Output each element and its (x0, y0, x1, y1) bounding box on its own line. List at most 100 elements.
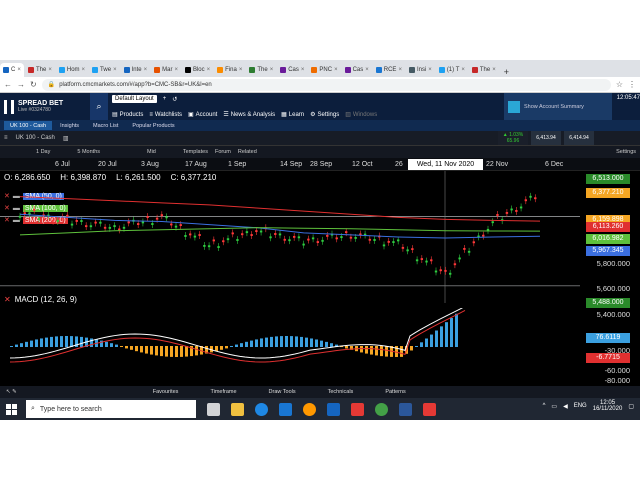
candle (188, 233, 192, 236)
forward-icon[interactable]: → (17, 80, 25, 89)
chart-settings-button[interactable]: Settings (616, 149, 636, 155)
buy-price-button[interactable]: 6,414.94 (564, 131, 594, 145)
browser-tab[interactable]: Mar × (151, 63, 181, 77)
chart-menu-icon[interactable]: ≡ (4, 135, 8, 141)
macd-bar (60, 336, 63, 347)
workspace-tab[interactable]: Macro List (87, 121, 124, 130)
chart-type-icon[interactable]: ▥ (63, 135, 69, 142)
browser-tab[interactable]: (1) T × (435, 63, 468, 77)
nav-watchlists[interactable]: ≡ Watchlists (149, 112, 182, 118)
word-icon[interactable] (399, 402, 412, 416)
network-icon[interactable]: ▭ (551, 403, 557, 410)
task-view-icon[interactable] (207, 402, 220, 416)
bottom-tool-technicals[interactable]: Technicals (312, 389, 370, 395)
browser-tab[interactable]: The × (25, 63, 55, 77)
tab-close-icon[interactable]: × (365, 67, 369, 73)
price-type-select[interactable]: Mid (147, 149, 156, 155)
nav-news-analysis[interactable]: ☰ News & Analysis (223, 111, 275, 119)
reload-icon[interactable]: ↻ (30, 80, 37, 89)
browser-tab[interactable]: Insi × (405, 63, 435, 77)
taskbar-search[interactable]: ⌕ Type here to search (26, 400, 196, 418)
nav-products[interactable]: ▤ Products (112, 111, 143, 119)
tab-close-icon[interactable]: × (174, 67, 178, 73)
layout-select[interactable]: Default Layout (112, 95, 157, 103)
new-tab-button[interactable]: + (500, 67, 513, 77)
firefox-icon[interactable] (303, 402, 316, 416)
workspace-tab[interactable]: Popular Products (126, 121, 180, 130)
mail-icon[interactable] (279, 402, 292, 416)
instrument-select[interactable]: UK 100 - Cash (16, 135, 55, 141)
volume-icon[interactable]: ◀ (563, 403, 568, 410)
tab-close-icon[interactable]: × (398, 67, 402, 73)
macd-bar (90, 338, 93, 347)
start-button[interactable] (0, 398, 22, 420)
sell-price-button[interactable]: 6,413.94 (531, 131, 561, 145)
macd-bar (400, 346, 403, 357)
bottom-tool-draw-tools[interactable]: Draw Tools (253, 389, 312, 395)
timeframe-select[interactable]: 1 Day (36, 149, 50, 155)
outlook-icon[interactable] (327, 402, 340, 416)
workspace-tab[interactable]: Insights (54, 121, 85, 130)
browser-tab[interactable]: Hom × (55, 63, 89, 77)
browser-tab[interactable]: RCE × (372, 63, 405, 77)
browser-tab[interactable]: Twe × (89, 63, 120, 77)
templates-button[interactable]: Templates (183, 149, 208, 155)
tab-close-icon[interactable]: × (239, 67, 243, 73)
nav-windows[interactable]: ▥ Windows (345, 111, 377, 119)
back-icon[interactable]: ← (4, 80, 12, 89)
tab-close-icon[interactable]: × (207, 67, 211, 73)
tab-close-icon[interactable]: × (17, 67, 21, 73)
tray-chevron-icon[interactable]: ^ (543, 403, 546, 409)
menu-icon[interactable]: ⋮ (628, 80, 636, 89)
workspace-tab[interactable]: UK 100 - Cash (4, 121, 53, 130)
nav-learn[interactable]: ▦ Learn (281, 111, 304, 119)
tab-close-icon[interactable]: × (334, 67, 338, 73)
bottom-tool-patterns[interactable]: Patterns (369, 389, 421, 395)
logo-title: SPREAD BET (18, 100, 64, 107)
url-field[interactable]: 🔒 platform.cmcmarkets.com/#/app?b=CMC-SB… (41, 78, 611, 91)
add-icon[interactable]: + (163, 96, 167, 102)
refresh-icon[interactable]: ↺ (172, 96, 177, 103)
browser-tab[interactable]: Bloc × (181, 63, 214, 77)
browser-tab[interactable]: Fina × (214, 63, 246, 77)
tab-close-icon[interactable]: × (270, 67, 274, 73)
chart-panel[interactable]: 6 Jul 20 Jul 3 Aug 17 Aug 1 Sep 14 Sep 28 Sep 1… (0, 158, 640, 386)
file-explorer-icon[interactable] (231, 402, 244, 416)
notification-icon[interactable]: ▢ (628, 403, 634, 410)
tab-close-icon[interactable]: × (428, 67, 432, 73)
nav-account[interactable]: ▣ Account (188, 111, 217, 119)
tab-close-icon[interactable]: × (48, 67, 52, 73)
browser-tab[interactable]: C × (0, 63, 24, 77)
draw-cursor-icon[interactable]: ↖ ✎ (6, 389, 17, 395)
bottom-tool-favourites[interactable]: Favourites (137, 389, 195, 395)
browser-tab[interactable]: The × (468, 63, 499, 77)
star-icon[interactable]: ☆ (616, 80, 623, 89)
app-icon[interactable] (351, 402, 364, 416)
close-icon[interactable]: ✕ (4, 295, 11, 304)
forum-button[interactable]: Forum (215, 149, 231, 155)
macd-bar (220, 346, 223, 350)
related-button[interactable]: Related (238, 149, 257, 155)
search-button[interactable]: ⌕ (90, 93, 108, 120)
tab-close-icon[interactable]: × (82, 67, 86, 73)
cmc-app-icon[interactable] (423, 402, 436, 416)
browser-tab[interactable]: PNC × (308, 63, 341, 77)
nav-settings[interactable]: ⚙ Settings (310, 111, 339, 119)
range-select[interactable]: 5 Months (77, 149, 100, 155)
tab-close-icon[interactable]: × (144, 67, 148, 73)
taskbar-clock[interactable]: 12:05 16/11/2020 (593, 400, 623, 412)
browser-tab[interactable]: The × (246, 63, 277, 77)
browser-tab[interactable]: Cas × (277, 63, 308, 77)
browser-tab[interactable]: Inte × (120, 63, 151, 77)
language-indicator[interactable]: ENG (574, 403, 587, 409)
tab-close-icon[interactable]: × (461, 67, 465, 73)
browser-tab[interactable]: Cas × (341, 63, 372, 77)
tab-close-icon[interactable]: × (301, 67, 305, 73)
tab-close-icon[interactable]: × (492, 67, 496, 73)
bottom-tool-timeframe[interactable]: Timeframe (194, 389, 252, 395)
chrome-icon[interactable] (375, 402, 388, 416)
date-tick-label: 22 Nov (486, 161, 509, 168)
edge-icon[interactable] (255, 402, 268, 416)
tab-close-icon[interactable]: × (113, 67, 117, 73)
account-summary-toggle[interactable]: Show Account Summary (504, 93, 612, 120)
